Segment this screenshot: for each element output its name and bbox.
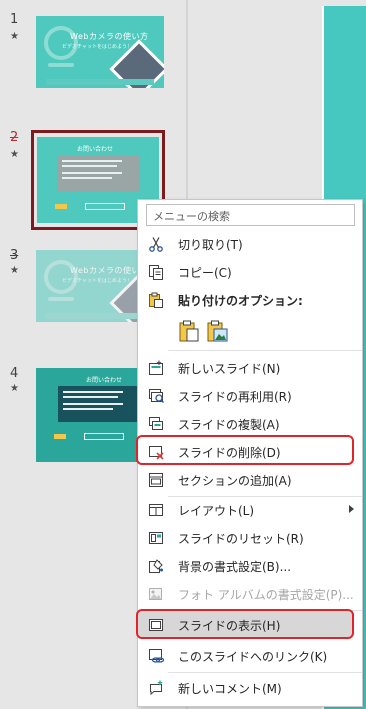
layout-icon: [149, 504, 163, 516]
slide-number-2: 2: [10, 130, 19, 145]
reuse-slides-icon: [149, 389, 164, 404]
reset-slide-icon: [149, 532, 163, 544]
menu-item-label: 新しいコメント(M): [178, 682, 282, 696]
slide-subtitle: ビデオチャットをはじめよう！: [62, 278, 132, 284]
text-line: [62, 172, 122, 174]
link-icon: [149, 649, 164, 663]
menu-item-label: スライドの表示(H): [178, 619, 281, 633]
slide-button-shape: [85, 203, 125, 210]
animation-star-icon: ★: [10, 149, 19, 160]
text-line: [62, 177, 112, 179]
menu-item-cut[interactable]: 切り取り(T): [138, 230, 362, 258]
menu-item-add-section[interactable]: セクションの追加(A): [138, 466, 362, 494]
animation-star-icon: ★: [10, 383, 19, 394]
slide-title: お問い合わせ: [86, 377, 123, 384]
menu-item-layout[interactable]: レイアウト(L): [138, 496, 362, 524]
show-slide-icon: [149, 619, 163, 631]
submenu-arrow-icon: [349, 505, 354, 513]
menu-item-reset-slide[interactable]: スライドのリセット(R): [138, 524, 362, 552]
menu-item-new-comment[interactable]: 新しいコメント(M): [138, 674, 362, 702]
webcam-base-graphic: [48, 297, 74, 301]
scissors-icon: [149, 237, 163, 252]
text-line: [63, 391, 123, 393]
menu-item-label: 貼り付けのオプション:: [178, 294, 303, 308]
new-slide-icon: [149, 360, 163, 375]
slide-subtitle: ビデオチャットをはじめよう！: [62, 44, 132, 50]
text-line: [63, 408, 113, 410]
slide-yellow-label: [54, 434, 66, 439]
slide-footer-bar: [46, 79, 154, 85]
clipboard-icon: [149, 292, 163, 308]
menu-paste-options-header: 貼り付けのオプション:: [138, 286, 362, 314]
menu-item-reuse-slides[interactable]: スライドの再利用(R): [138, 382, 362, 410]
menu-item-label: コピー(C): [178, 266, 232, 280]
context-menu: メニューの検索 切り取り(T) コピー(C) 貼り付けのオプション: 新しいスラ…: [136, 199, 363, 707]
add-section-icon: [149, 473, 163, 487]
menu-item-new-slide[interactable]: 新しいスライド(N): [138, 354, 362, 382]
slide-thumbnail-1[interactable]: Webカメラの使い方 ビデオチャットをはじめよう！: [36, 16, 164, 88]
webcam-base-graphic: [48, 63, 74, 67]
menu-item-delete-slide[interactable]: スライドの削除(D): [138, 438, 362, 466]
slide-title: お問い合わせ: [77, 146, 114, 153]
menu-item-label: セクションの追加(A): [178, 474, 292, 488]
menu-item-link-to-slide[interactable]: このスライドへのリンク(K): [138, 642, 362, 670]
slide-text-box: [57, 155, 139, 191]
menu-item-duplicate-slide[interactable]: スライドの複製(A): [138, 410, 362, 438]
menu-item-format-background[interactable]: 背景の書式設定(B)...: [138, 552, 362, 580]
menu-item-show-slide[interactable]: スライドの表示(H): [138, 611, 362, 639]
menu-search-input[interactable]: メニューの検索: [146, 204, 355, 226]
animation-star-icon: ★: [10, 31, 19, 42]
paste-keep-formatting-icon[interactable]: [178, 319, 200, 343]
slide-number-3: 3: [10, 248, 19, 263]
menu-separator: [168, 350, 362, 351]
text-line: [63, 396, 118, 398]
slide-number-4: 4: [10, 366, 19, 381]
menu-item-label: 切り取り(T): [178, 238, 243, 252]
text-line: [63, 403, 123, 405]
menu-item-label: スライドの複製(A): [178, 418, 280, 432]
format-background-icon: [149, 559, 163, 573]
duplicate-slide-icon: [149, 417, 163, 430]
new-comment-icon: [150, 680, 163, 696]
slide-yellow-label: [55, 204, 67, 209]
menu-item-label: 新しいスライド(N): [178, 362, 281, 376]
menu-item-label: フォト アルバムの書式設定(P)...: [178, 588, 354, 602]
menu-separator: [168, 672, 362, 673]
text-line: [62, 165, 117, 167]
slide-number-1: 1: [10, 12, 19, 27]
text-line: [62, 160, 122, 162]
slide-button-shape: [84, 433, 124, 440]
delete-slide-icon: [149, 446, 164, 460]
menu-item-label: スライドの削除(D): [178, 446, 281, 460]
menu-item-label: レイアウト(L): [178, 504, 255, 518]
menu-item-copy[interactable]: コピー(C): [138, 258, 362, 286]
animation-star-icon: ★: [10, 265, 19, 276]
menu-item-format-photo-album: フォト アルバムの書式設定(P)...: [138, 580, 362, 608]
menu-item-label: スライドの再利用(R): [178, 390, 292, 404]
menu-item-label: 背景の書式設定(B)...: [178, 560, 292, 574]
copy-icon: [149, 265, 163, 280]
menu-item-label: スライドのリセット(R): [178, 532, 304, 546]
slide-text-box: [58, 386, 142, 422]
paste-as-picture-icon[interactable]: [206, 319, 228, 343]
menu-item-label: このスライドへのリンク(K): [178, 650, 328, 664]
photo-album-icon: [149, 588, 162, 600]
